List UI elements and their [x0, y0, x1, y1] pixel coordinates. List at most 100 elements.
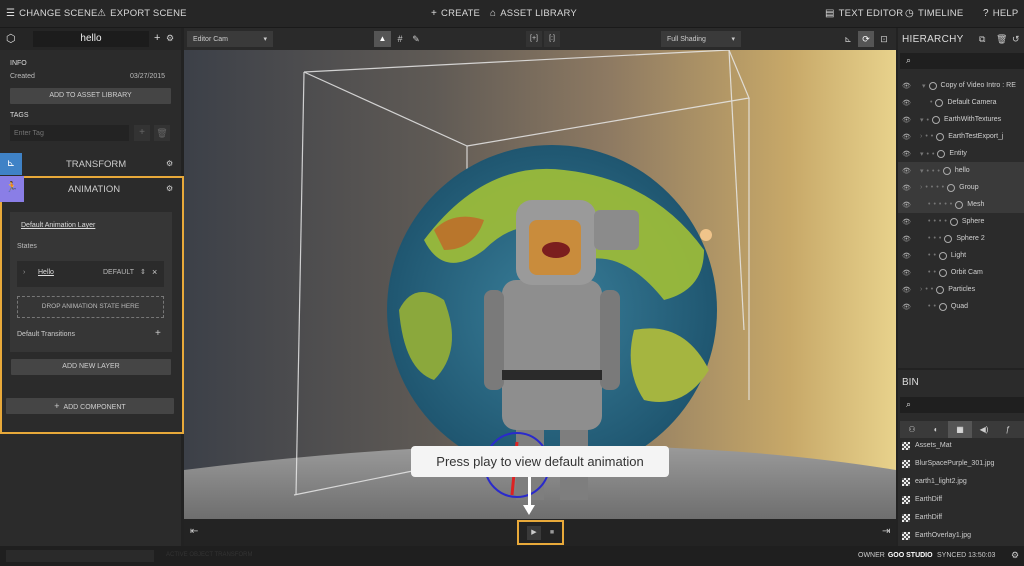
- camera-node-icon: [935, 98, 944, 107]
- shading-select[interactable]: Full Shading ▾: [661, 31, 741, 47]
- hierarchy-panel: HIERARCHY ⧉ 🗑 ↺ ⌕ 👁 ▾ Copy of Video Intro …: [898, 28, 1024, 368]
- entity-header: ⬡ hello + ⚙: [0, 28, 181, 50]
- scale-tool-icon[interactable]: ⊡: [876, 31, 892, 47]
- text-editor-button[interactable]: ▤ TEXT EDITOR: [825, 8, 903, 19]
- inspector-panel: ⬡ hello + ⚙ INFO Created 03/27/2015 ADD …: [0, 28, 184, 546]
- state-default-select[interactable]: DEFAULT: [103, 269, 134, 276]
- status-left-field: [6, 550, 154, 562]
- texture-icon: [902, 459, 910, 468]
- visibility-eye-icon[interactable]: 👁: [902, 269, 911, 277]
- animation-settings-gear-icon[interactable]: ⚙: [166, 184, 173, 193]
- collapse-right-icon[interactable]: ⇥: [882, 526, 890, 537]
- hierarchy-row[interactable]: 👁 •••• Sphere: [898, 213, 1024, 230]
- zoom-selection-icon[interactable]: [:]: [544, 31, 560, 47]
- hierarchy-row-selected[interactable]: 👁 ›•••• Group: [898, 179, 1024, 196]
- duplicate-icon[interactable]: ⧉: [979, 34, 985, 45]
- entity-name-input[interactable]: hello: [33, 31, 149, 47]
- default-transitions-label: Default Transitions: [17, 331, 75, 338]
- translate-tool-icon[interactable]: ⊾: [840, 31, 856, 47]
- add-icon[interactable]: +: [154, 32, 160, 44]
- state-name-link[interactable]: Hello: [38, 269, 54, 276]
- stop-icon[interactable]: ■: [545, 526, 559, 540]
- mountain-view-icon[interactable]: ▲: [374, 31, 391, 47]
- layer-name-link[interactable]: Default Animation Layer: [21, 222, 95, 229]
- change-scene-button[interactable]: ☰ CHANGE SCENE: [6, 8, 98, 19]
- add-to-asset-library-button[interactable]: ADD TO ASSET LIBRARY: [10, 88, 171, 104]
- hierarchy-row[interactable]: 👁 •• Light: [898, 247, 1024, 264]
- help-button[interactable]: ? HELP: [983, 8, 1018, 19]
- export-scene-button[interactable]: ⚠ EXPORT SCENE: [97, 8, 187, 19]
- library-icon: ⌂: [490, 8, 497, 19]
- material-filter-icon[interactable]: ◐: [924, 425, 948, 434]
- sync-status: SYNCED 13:50:03: [937, 552, 996, 559]
- visibility-eye-icon[interactable]: 👁: [902, 184, 911, 192]
- delete-tag-icon[interactable]: 🗑: [154, 125, 170, 141]
- visibility-eye-icon[interactable]: 👁: [902, 167, 911, 175]
- scene-node-icon: [928, 81, 937, 90]
- hierarchy-row-selected[interactable]: 👁 ••••• Mesh: [898, 196, 1024, 213]
- visibility-eye-icon[interactable]: 👁: [902, 82, 911, 90]
- visibility-eye-icon[interactable]: 👁: [902, 116, 911, 124]
- add-component-button[interactable]: + ADD COMPONENT: [6, 398, 174, 414]
- camera-select[interactable]: Editor Cam ▾: [187, 31, 273, 47]
- entity-node-icon: [931, 115, 940, 124]
- add-transition-icon[interactable]: +: [155, 328, 161, 339]
- light-gizmo: [700, 229, 712, 241]
- grid-icon[interactable]: #: [392, 31, 408, 47]
- collapse-left-icon[interactable]: ⇤: [190, 526, 198, 537]
- transform-component-header[interactable]: ⊾ TRANSFORM ⚙: [0, 153, 181, 175]
- brush-icon[interactable]: ✎: [408, 31, 424, 47]
- texture-filter-icon[interactable]: ▦: [948, 421, 972, 438]
- hierarchy-row[interactable]: 👁 ▾• EarthWithTextures: [898, 111, 1024, 128]
- bin-item[interactable]: EarthDiff: [902, 509, 942, 526]
- settings-gear-icon[interactable]: ⚙: [166, 33, 174, 44]
- hierarchy-row[interactable]: 👁 ▾•• Entity: [898, 145, 1024, 162]
- hierarchy-row[interactable]: 👁 ▾ Copy of Video Intro : RE: [898, 77, 1024, 94]
- entity-filter-icon[interactable]: ⚇: [900, 425, 924, 434]
- settings-gear-icon[interactable]: ⚙: [1011, 550, 1019, 561]
- help-icon: ?: [983, 8, 989, 19]
- bin-item[interactable]: EarthOverlay1.jpg: [902, 527, 971, 544]
- bin-item[interactable]: Assets_Mat: [902, 437, 952, 454]
- bin-item[interactable]: earth1_light2.jpg: [902, 473, 967, 490]
- visibility-eye-icon[interactable]: 👁: [902, 218, 911, 226]
- rotate-tool-icon[interactable]: ⟳: [858, 31, 874, 47]
- hierarchy-search-input[interactable]: ⌕: [900, 53, 1024, 69]
- hierarchy-row[interactable]: 👁 ›•• Particles: [898, 281, 1024, 298]
- create-button[interactable]: + CREATE: [431, 8, 480, 19]
- visibility-eye-icon[interactable]: 👁: [902, 286, 911, 294]
- tag-input[interactable]: [10, 125, 129, 141]
- zoom-fit-icon[interactable]: [+]: [526, 31, 542, 47]
- hierarchy-row[interactable]: 👁 • Default Camera: [898, 94, 1024, 111]
- asset-library-button[interactable]: ⌂ ASSET LIBRARY: [490, 8, 577, 19]
- transform-settings-gear-icon[interactable]: ⚙: [166, 159, 173, 168]
- visibility-eye-icon[interactable]: 👁: [902, 235, 911, 243]
- hierarchy-row[interactable]: 👁 ••• Sphere 2: [898, 230, 1024, 247]
- visibility-eye-icon[interactable]: 👁: [902, 201, 911, 209]
- drop-animation-state-zone[interactable]: DROP ANIMATION STATE HERE: [17, 296, 164, 318]
- bin-item[interactable]: EarthDiff: [902, 491, 942, 508]
- trash-icon[interactable]: 🗑: [996, 34, 1007, 45]
- play-icon[interactable]: ▶: [527, 526, 541, 540]
- visibility-eye-icon[interactable]: 👁: [902, 133, 911, 141]
- visibility-eye-icon[interactable]: 👁: [902, 99, 911, 107]
- timeline-button[interactable]: ◷ TIMELINE: [905, 8, 963, 19]
- visibility-eye-icon[interactable]: 👁: [902, 252, 911, 260]
- bin-item[interactable]: BlurSpacePurple_301.jpg: [902, 455, 994, 472]
- visibility-eye-icon[interactable]: 👁: [902, 303, 911, 311]
- sound-filter-icon[interactable]: ◀): [972, 425, 996, 434]
- add-tag-button[interactable]: +: [134, 125, 150, 141]
- scene-viewport[interactable]: Press play to view default animation: [184, 50, 896, 519]
- remove-state-icon[interactable]: ×: [152, 267, 157, 277]
- hierarchy-row-selected[interactable]: 👁 ▾••• hello: [898, 162, 1024, 179]
- bin-search-input[interactable]: ⌕: [900, 397, 1024, 413]
- expand-chevron-icon[interactable]: ›: [23, 269, 25, 276]
- animation-state-row[interactable]: › Hello DEFAULT ⇕ ×: [17, 261, 164, 287]
- add-new-layer-button[interactable]: ADD NEW LAYER: [11, 359, 171, 375]
- hierarchy-row[interactable]: 👁 •• Orbit Cam: [898, 264, 1024, 281]
- script-filter-icon[interactable]: ƒ: [996, 425, 1020, 434]
- visibility-eye-icon[interactable]: 👁: [902, 150, 911, 158]
- undo-icon[interactable]: ↺: [1012, 34, 1020, 45]
- hierarchy-row[interactable]: 👁 ›•• EarthTestExport_j: [898, 128, 1024, 145]
- hierarchy-row[interactable]: 👁 •• Quad: [898, 298, 1024, 315]
